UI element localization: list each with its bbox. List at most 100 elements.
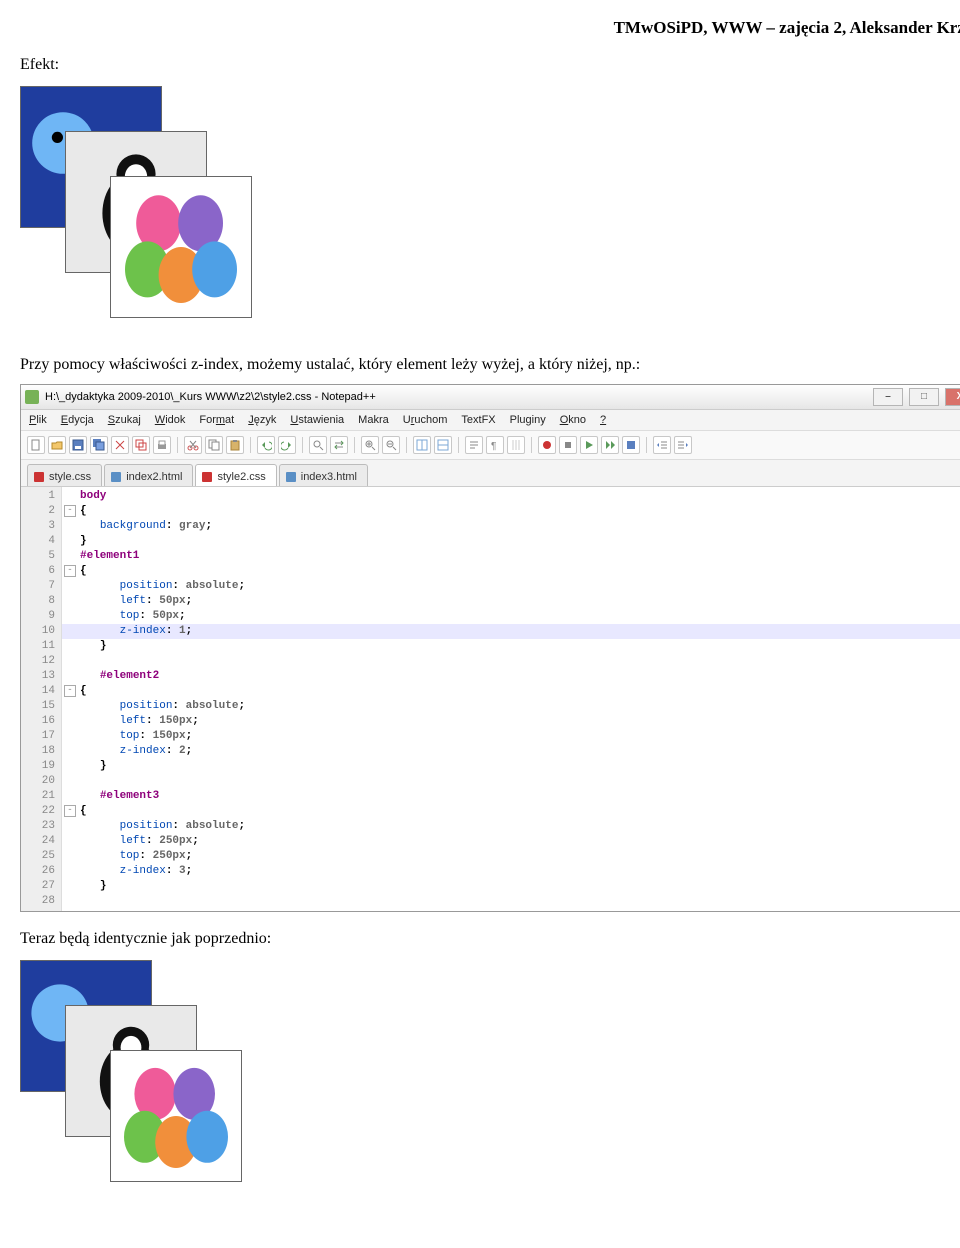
intro-text: Przy pomocy właściwości z-index, możemy … [20,356,960,374]
code-line[interactable] [64,654,960,669]
tab-index3-html[interactable]: index3.html [279,464,368,486]
line-numbers: 1234567891011121314151617181920212223242… [21,487,62,911]
app-icon [25,390,39,404]
file-icon [34,472,44,482]
open-file-icon[interactable] [48,436,66,454]
tab-label: style2.css [217,471,265,483]
tab-style2-css[interactable]: style2.css [195,464,276,486]
code-line[interactable]: position: absolute; [64,819,960,834]
tab-label: index3.html [301,471,357,483]
menu-item[interactable]: Format [199,414,234,426]
undo-icon[interactable] [257,436,275,454]
code-line[interactable]: z-index: 3; [64,864,960,879]
code-line[interactable]: left: 50px; [64,594,960,609]
label-efekt: Efekt: [20,56,960,74]
tab-style-css[interactable]: style.css [27,464,102,486]
save-macro-icon[interactable] [622,436,640,454]
menu-item[interactable]: Edycja [61,414,94,426]
menu-item[interactable]: TextFX [461,414,495,426]
window-title: H:\_dydaktyka 2009-2010\_Kurs WWW\z2\2\s… [45,391,376,403]
editor: 1234567891011121314151617181920212223242… [21,487,960,911]
stop-macro-icon[interactable] [559,436,577,454]
menu-item[interactable]: Szukaj [108,414,141,426]
code-line[interactable]: body [64,489,960,504]
sync-h-icon[interactable] [434,436,452,454]
menu-item[interactable]: Makra [358,414,389,426]
indent-guide-icon[interactable] [507,436,525,454]
record-macro-icon[interactable] [538,436,556,454]
fold-icon[interactable]: - [64,505,76,517]
replace-icon[interactable] [330,436,348,454]
copy-icon[interactable] [205,436,223,454]
code-line[interactable]: -{ [64,684,960,699]
close-button[interactable]: X [945,388,960,406]
code-line[interactable]: -{ [64,564,960,579]
code-line[interactable]: #element3 [64,789,960,804]
code-line[interactable]: -{ [64,804,960,819]
menu-item[interactable]: Plik [29,414,47,426]
tile-balloons [110,1050,242,1182]
code-line[interactable]: left: 250px; [64,834,960,849]
file-icon [111,472,121,482]
menu-item[interactable]: Pluginy [510,414,546,426]
code-line[interactable]: position: absolute; [64,699,960,714]
menu-item[interactable]: ? [600,414,606,426]
code-line[interactable]: } [64,534,960,549]
paste-icon[interactable] [226,436,244,454]
indent-icon[interactable] [674,436,692,454]
cut-icon[interactable] [184,436,202,454]
save-icon[interactable] [69,436,87,454]
maximize-button[interactable]: □ [909,388,939,406]
tab-label: style.css [49,471,91,483]
code-line[interactable]: background: gray; [64,519,960,534]
fold-icon[interactable]: - [64,685,76,697]
wordwrap-icon[interactable] [465,436,483,454]
code-line[interactable]: #element2 [64,669,960,684]
play-macro-icon[interactable] [580,436,598,454]
code-line[interactable] [64,894,960,909]
code-line[interactable]: -{ [64,504,960,519]
zoom-out-icon[interactable] [382,436,400,454]
code-line[interactable]: z-index: 2; [64,744,960,759]
code-line[interactable]: left: 150px; [64,714,960,729]
print-icon[interactable] [153,436,171,454]
fold-icon[interactable]: - [64,805,76,817]
menu-item[interactable]: Język [248,414,276,426]
new-file-icon[interactable] [27,436,45,454]
file-icon [286,472,296,482]
close-file-icon[interactable] [111,436,129,454]
tile-balloons [110,176,252,318]
save-all-icon[interactable] [90,436,108,454]
find-icon[interactable] [309,436,327,454]
menu-item[interactable]: Widok [155,414,186,426]
code-line[interactable]: top: 50px; [64,609,960,624]
menu-item[interactable]: Ustawienia [290,414,344,426]
titlebar: H:\_dydaktyka 2009-2010\_Kurs WWW\z2\2\s… [21,385,960,410]
show-all-chars-icon[interactable]: ¶ [486,436,504,454]
close-all-icon[interactable] [132,436,150,454]
fold-icon[interactable]: - [64,565,76,577]
code-line[interactable]: #element1 [64,549,960,564]
code-line[interactable]: } [64,879,960,894]
code-line[interactable]: top: 250px; [64,849,960,864]
tab-index2-html[interactable]: index2.html [104,464,193,486]
redo-icon[interactable] [278,436,296,454]
code-line[interactable]: position: absolute; [64,579,960,594]
outro-text: Teraz będą identycznie jak poprzednio: [20,930,960,948]
svg-text:¶: ¶ [491,441,496,451]
sync-v-icon[interactable] [413,436,431,454]
code-line[interactable]: } [64,639,960,654]
zindex-example-1 [20,86,320,326]
code-line[interactable]: top: 150px; [64,729,960,744]
code-line[interactable] [64,774,960,789]
minimize-button[interactable]: – [873,388,903,406]
outdent-icon[interactable] [653,436,671,454]
menu-item[interactable]: Uruchom [403,414,448,426]
tab-label: index2.html [126,471,182,483]
page-header: TMwOSiPD, WWW – zajęcia 2, Aleksander Kr… [20,18,960,38]
code-line[interactable]: } [64,759,960,774]
menu-item[interactable]: Okno [560,414,586,426]
code-area[interactable]: body-{ background: gray;}#element1-{ pos… [62,487,960,911]
zoom-in-icon[interactable] [361,436,379,454]
playback-multi-icon[interactable] [601,436,619,454]
